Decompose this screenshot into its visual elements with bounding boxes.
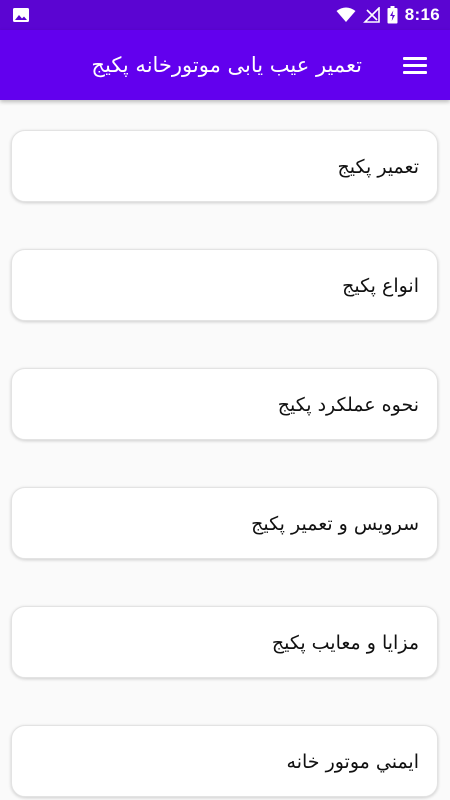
menu-item-label: تعمیر پکیج (337, 156, 419, 178)
status-time: 8:16 (404, 5, 440, 24)
menu-item-label: انواع پکیج (342, 275, 419, 297)
menu-item-package-repair[interactable]: تعمیر پکیج (11, 130, 438, 202)
signal-icon (362, 7, 380, 23)
menu-list: تعمیر پکیج انواع پکیج نحوه عملکرد پکیج س… (0, 100, 450, 800)
menu-item-engine-room-safety[interactable]: ایمني موتور خانه (11, 725, 438, 797)
menu-item-label: ایمني موتور خانه (286, 751, 419, 773)
menu-item-package-types[interactable]: انواع پکیج (11, 249, 438, 321)
menu-item-label: نحوه عملکرد پکیج (277, 394, 419, 416)
image-icon (13, 8, 29, 22)
status-bar: 8:16 (0, 0, 450, 30)
menu-item-label: سرویس و تعمیر پکیج (251, 513, 419, 535)
menu-item-pros-cons[interactable]: مزایا و معایب پکیج (11, 606, 438, 678)
menu-item-service-repair[interactable]: سرویس و تعمیر پکیج (11, 487, 438, 559)
menu-item-package-operation[interactable]: نحوه عملکرد پکیج (11, 368, 438, 440)
wifi-icon (336, 7, 356, 22)
battery-icon (387, 6, 398, 24)
menu-item-label: مزایا و معایب پکیج (271, 632, 419, 654)
menu-button[interactable] (402, 54, 428, 76)
app-bar: تعمیر عیب یابی موتورخانه پکیج (0, 30, 450, 100)
status-icons: 8:16 (336, 0, 440, 30)
app-title: تعمیر عیب یابی موتورخانه پکیج (91, 53, 362, 77)
